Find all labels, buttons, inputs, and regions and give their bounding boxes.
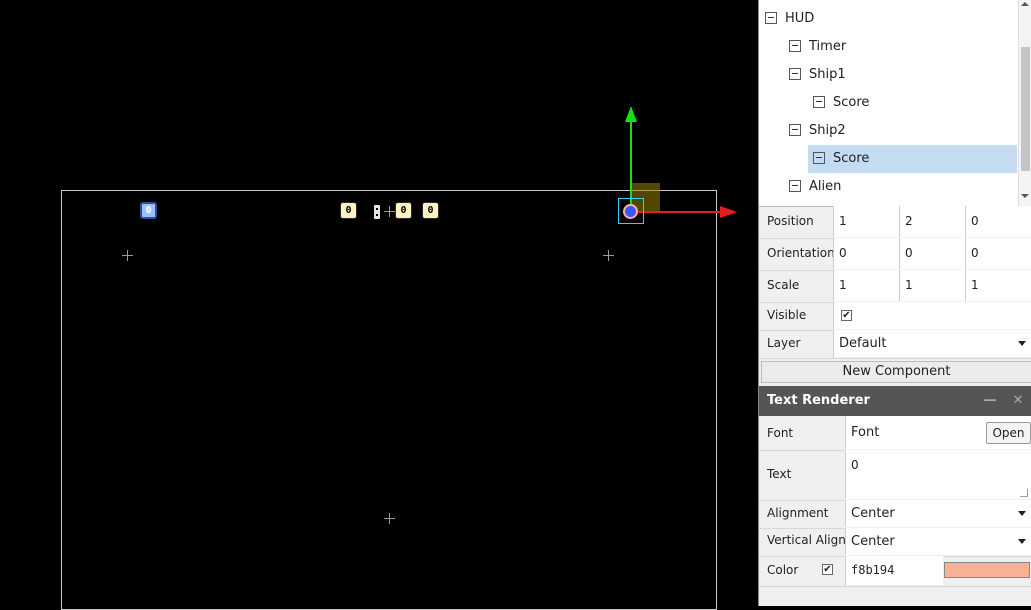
scale-x-field[interactable]: 1 <box>833 270 899 301</box>
tree-item-label: Score <box>833 95 870 110</box>
text-label: Text <box>767 467 792 481</box>
inspector-panel: HUD Timer Ship1 Score Ship2 Score Alien … <box>758 0 1031 606</box>
position-label: Position <box>767 214 814 228</box>
ship2-score-text[interactable] <box>623 204 638 219</box>
collapse-icon[interactable] <box>765 11 777 24</box>
anchor-cross <box>384 206 395 217</box>
anchor-cross <box>384 513 395 524</box>
gizmo-y-arrow-icon[interactable] <box>625 106 637 122</box>
close-icon[interactable]: ✕ <box>1011 386 1025 416</box>
layer-label: Layer <box>767 336 801 350</box>
text-textarea[interactable]: 0 <box>845 450 1031 499</box>
color-enabled-checkbox[interactable]: ✔ <box>822 564 833 575</box>
color-hex-field[interactable]: f8b194 <box>845 556 943 585</box>
tree-item-alien[interactable]: Alien <box>789 173 1015 201</box>
minimize-icon[interactable]: — <box>983 386 997 416</box>
new-component-button[interactable]: New Component <box>761 361 1031 383</box>
vertical-align-label: Vertical Align <box>767 533 846 547</box>
font-label: Font <box>767 426 794 440</box>
gizmo-x-arrow-icon[interactable] <box>720 206 737 218</box>
collapse-icon[interactable] <box>813 95 825 108</box>
resize-handle-icon[interactable] <box>1020 489 1028 497</box>
vertical-align-row: Vertical Align Center <box>759 528 1031 557</box>
orientation-z-field[interactable]: 0 <box>965 238 1031 269</box>
tree-item-label: Ship1 <box>809 67 846 82</box>
text-renderer-title: Text Renderer <box>767 393 870 408</box>
timer-colon-glyph <box>374 205 380 219</box>
timer-minutes-text[interactable]: 0 <box>340 202 357 219</box>
visible-row: Visible ✔ <box>759 302 1031 331</box>
timer-seconds-ones-text[interactable]: 0 <box>422 202 439 219</box>
tree-item-hud[interactable]: HUD <box>765 5 1015 33</box>
collapse-icon[interactable] <box>789 39 801 52</box>
scroll-thumb[interactable] <box>1021 47 1030 171</box>
collapse-icon[interactable] <box>789 123 801 136</box>
hierarchy-tree: HUD Timer Ship1 Score Ship2 Score Alien <box>759 0 1031 207</box>
tree-item-label: Alien <box>809 179 842 194</box>
scale-z-field[interactable]: 1 <box>965 270 1031 301</box>
chevron-down-icon[interactable] <box>1018 539 1026 544</box>
font-row: Font Font Open <box>759 416 1031 451</box>
layer-select[interactable]: Default <box>833 330 1031 357</box>
visible-cell <box>833 302 1031 329</box>
vertical-align-select[interactable]: Center <box>845 528 1031 555</box>
orientation-x-field[interactable]: 0 <box>833 238 899 269</box>
gizmo-x-axis[interactable] <box>631 211 722 213</box>
scroll-down-icon[interactable] <box>1021 194 1029 198</box>
collapse-icon[interactable] <box>789 67 801 80</box>
tree-item-ship1[interactable]: Ship1 <box>789 61 1015 89</box>
tree-item-score-selected[interactable]: Score <box>808 145 1017 173</box>
scale-y-field[interactable]: 1 <box>899 270 965 301</box>
anchor-cross <box>603 250 614 261</box>
collapse-icon[interactable] <box>789 179 801 192</box>
tree-item-label: HUD <box>785 11 815 26</box>
camera-frame <box>61 190 717 610</box>
scale-row: Scale 1 1 1 <box>759 270 1031 303</box>
color-label: Color <box>767 563 799 577</box>
layer-row: Layer Default <box>759 330 1031 359</box>
visible-label: Visible <box>767 308 807 322</box>
visible-checkbox[interactable]: ✔ <box>841 310 852 321</box>
anchor-cross <box>122 250 133 261</box>
open-font-button[interactable]: Open <box>986 422 1031 444</box>
orientation-y-field[interactable]: 0 <box>899 238 965 269</box>
position-y-field[interactable]: 2 <box>899 206 965 237</box>
alignment-label: Alignment <box>767 506 829 520</box>
tree-item-timer[interactable]: Timer <box>789 33 1015 61</box>
tree-scrollbar[interactable] <box>1018 0 1031 206</box>
chevron-down-icon[interactable] <box>1018 511 1026 516</box>
alignment-select[interactable]: Center <box>845 500 1031 527</box>
tree-item-label: Ship2 <box>809 123 846 138</box>
timer-seconds-tens-text[interactable]: 0 <box>395 202 412 219</box>
text-renderer-header: Text Renderer — ✕ <box>759 386 1031 416</box>
ship1-score-text[interactable]: 0 <box>140 202 157 219</box>
color-swatch[interactable] <box>944 562 1030 578</box>
tree-item-score[interactable]: Score <box>813 89 1015 117</box>
scene-viewport[interactable]: 0 0 0 0 <box>0 0 758 610</box>
collapse-icon[interactable] <box>813 151 825 164</box>
text-row: Text 0 <box>759 450 1031 501</box>
tree-item-ship2[interactable]: Ship2 <box>789 117 1015 145</box>
tree-item-label: Score <box>833 151 870 166</box>
tree-item-label: Timer <box>809 39 847 54</box>
chevron-down-icon[interactable] <box>1018 341 1026 346</box>
alignment-row: Alignment Center <box>759 500 1031 529</box>
orientation-label: Orientation <box>767 246 835 260</box>
scale-label: Scale <box>767 278 800 292</box>
position-z-field[interactable]: 0 <box>965 206 1031 237</box>
orientation-row: Orientation 0 0 0 <box>759 238 1031 271</box>
position-row: Position 1 2 0 <box>759 206 1031 239</box>
scroll-up-icon[interactable] <box>1021 2 1029 6</box>
position-x-field[interactable]: 1 <box>833 206 899 237</box>
